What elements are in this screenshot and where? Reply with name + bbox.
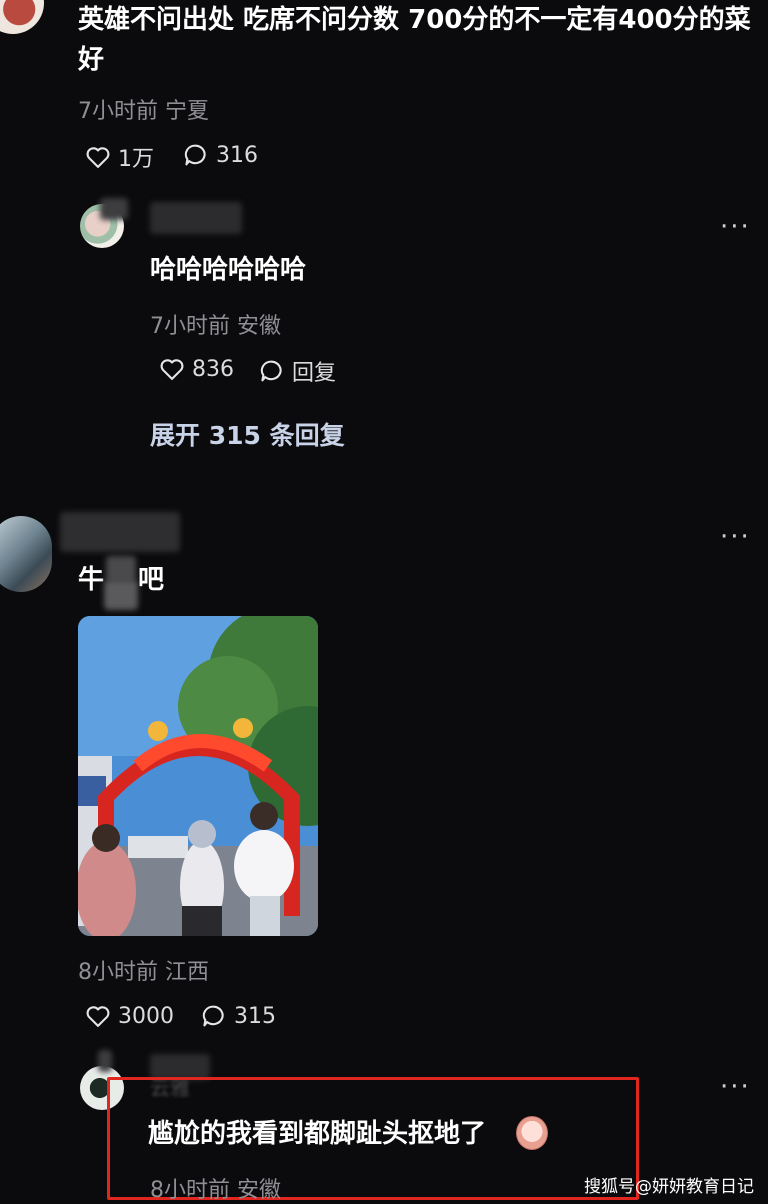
reply-count: 315	[234, 1003, 276, 1029]
reply-text: 哈哈哈哈哈哈	[150, 255, 307, 285]
comment-text-start: 牛	[78, 565, 105, 595]
more-options-icon[interactable]: ···	[720, 1072, 751, 1102]
reply-count: 316	[216, 142, 258, 168]
username-redacted	[60, 512, 180, 552]
username-redacted	[100, 198, 128, 220]
reply-button[interactable]: 315	[200, 1002, 276, 1030]
arch-photo-image	[78, 616, 318, 936]
reply-button[interactable]: 回复	[258, 355, 336, 387]
like-button[interactable]: 3000	[84, 1002, 174, 1030]
like-count: 3000	[118, 1003, 174, 1029]
more-options-icon[interactable]: ···	[720, 212, 751, 242]
censored-word	[104, 580, 138, 610]
comment-photo[interactable]	[78, 616, 318, 936]
comment-meta: 7小时前 宁夏	[78, 99, 209, 124]
commenter-avatar[interactable]	[0, 516, 52, 592]
like-button[interactable]: 1万	[84, 141, 154, 173]
comment-text: 英雄不问出处 吃席不问分数 700分的不一定有400分的菜好	[78, 5, 751, 75]
reply-meta: 7小时前 安徽	[150, 314, 281, 339]
username-redacted	[98, 1050, 112, 1072]
heart-icon	[160, 359, 184, 380]
emoji-icon	[516, 1116, 548, 1150]
commenter-avatar[interactable]	[0, 0, 44, 34]
like-button[interactable]: 836	[158, 355, 234, 383]
reply-text: 尴尬的我看到都脚趾头抠地了	[148, 1119, 487, 1149]
censored-word	[106, 556, 136, 582]
heart-icon	[86, 1006, 110, 1027]
comment-bubble-icon	[184, 144, 206, 166]
heart-icon	[86, 147, 110, 168]
expand-replies-link[interactable]: 展开 315 条回复	[150, 416, 345, 452]
comment-text-end: 吧	[138, 565, 165, 595]
comment-bubble-icon	[202, 1005, 224, 1027]
comment-meta: 8小时前 江西	[78, 960, 209, 985]
reply-button[interactable]: 316	[182, 141, 258, 169]
comment-bubble-icon	[260, 360, 282, 382]
watermark: 搜狐号@妍妍教育日记	[584, 1177, 754, 1197]
like-count: 836	[192, 356, 234, 382]
like-count: 1万	[118, 147, 154, 172]
reply-meta: 8小时前 安徽	[150, 1178, 281, 1203]
more-options-icon[interactable]: ···	[720, 522, 751, 552]
username-redacted	[150, 202, 242, 234]
reply-label: 回复	[292, 361, 337, 386]
